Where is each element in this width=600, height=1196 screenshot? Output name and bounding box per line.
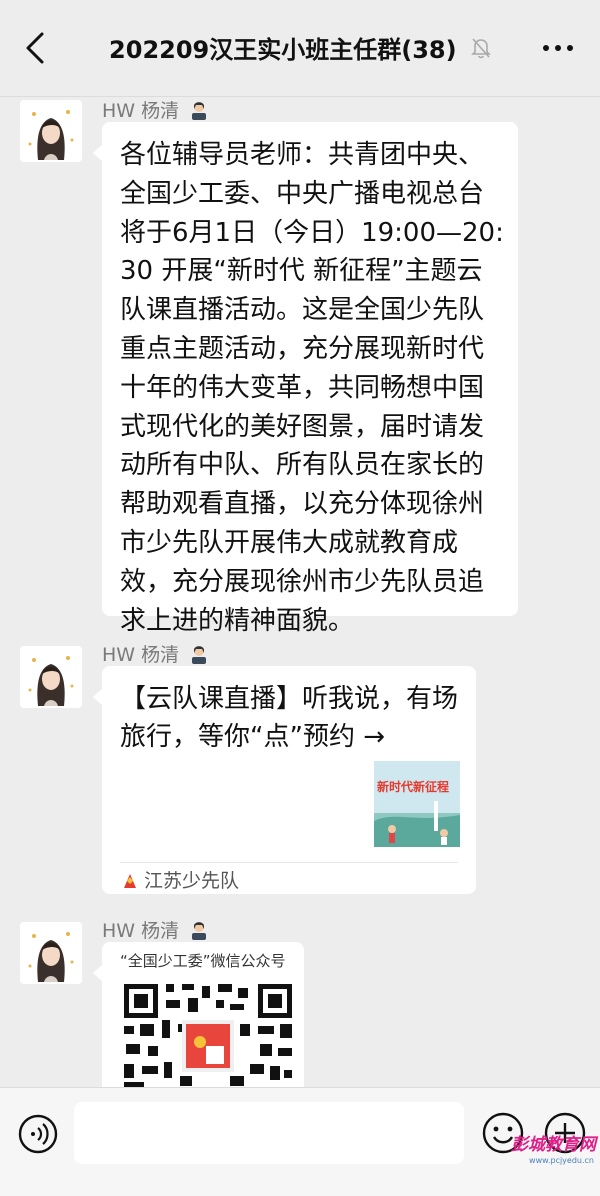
divider [120, 862, 458, 863]
voice-icon [18, 1114, 58, 1154]
chat-title-text: 202209汉王实小班主任群(38) [109, 36, 457, 64]
sender-name: HW 杨清 [102, 640, 209, 667]
card-title: 【云队课直播】听我说，有场旅行，等你“点”预约 → [120, 684, 459, 752]
avatar[interactable] [20, 646, 82, 708]
message-bubble[interactable]: 各位辅导员老师：共青团中央、全国少工委、中央广播电视总台将于6月1日（今日）19… [93, 122, 518, 636]
thumbnail-title: 新时代新征程 [377, 779, 449, 794]
sender-name: HW 杨清 [102, 916, 209, 943]
watermark-url: www.pcjyedu.cn [529, 1156, 594, 1165]
message-text: 各位辅导员老师：共青团中央、全国少工委、中央广播电视总台将于6月1日（今日）19… [120, 140, 504, 636]
image-message[interactable]: “全国少工委”微信公众号 [93, 942, 304, 1092]
chat-header: 202209汉王实小班主任群(38) [0, 0, 600, 97]
watermark-text: 彭城教育网 [511, 1135, 596, 1155]
sender-name: HW 杨清 [102, 96, 209, 123]
person-emoji-icon [189, 920, 209, 940]
voice-button[interactable] [18, 1114, 58, 1154]
bell-muted-icon [471, 37, 491, 65]
card-source: 江苏少先队 [122, 866, 239, 895]
young-pioneers-icon [122, 872, 138, 895]
more-dots-icon [543, 45, 573, 51]
qr-caption: “全国少工委”微信公众号 [120, 952, 286, 970]
link-card[interactable]: 【云队课直播】听我说，有场旅行，等你“点”预约 → 新时代新征程 江苏少先队 [93, 666, 476, 895]
watermark: 彭城教育网 www.pcjyedu.cn [496, 1130, 600, 1190]
chat-title: 202209汉王实小班主任群(38) [0, 30, 600, 65]
message-input[interactable] [74, 1102, 464, 1164]
person-emoji-icon [189, 644, 209, 664]
person-emoji-icon [189, 100, 209, 120]
avatar[interactable] [20, 100, 82, 162]
avatar[interactable] [20, 922, 82, 984]
card-thumbnail: 新时代新征程 [374, 761, 460, 847]
qr-code[interactable] [120, 980, 296, 1092]
more-button[interactable] [540, 34, 576, 62]
